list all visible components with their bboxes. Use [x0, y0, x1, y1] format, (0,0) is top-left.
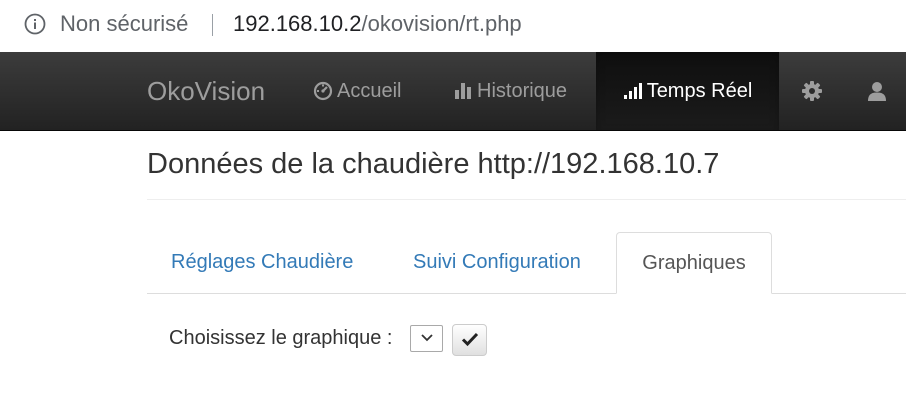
nav-item-temps-reel[interactable]: Temps Réel: [596, 52, 779, 130]
check-icon: [461, 331, 479, 350]
info-circle-icon[interactable]: [24, 13, 46, 35]
url-text[interactable]: 192.168.10.2/okovision/rt.php: [233, 11, 522, 37]
top-navbar: OkoVision Accueil Historique Temps Réel: [0, 52, 906, 131]
title-divider: [147, 199, 906, 200]
nav-item-historique[interactable]: Historique: [453, 52, 567, 130]
bar-chart-icon: [453, 81, 473, 101]
tab-suivi-configuration[interactable]: Suivi Configuration: [413, 232, 581, 293]
nav-item-label: Accueil: [337, 79, 402, 102]
validate-button[interactable]: [452, 324, 487, 356]
nav-item-label: Historique: [477, 79, 568, 102]
chevron-down-icon: [420, 330, 434, 348]
tabs-bottom-border: [147, 293, 906, 294]
brand-link[interactable]: OkoVision: [147, 76, 265, 107]
nav-item-accueil[interactable]: Accueil: [313, 52, 401, 130]
user-menu-button[interactable]: [866, 52, 892, 130]
page-title: Données de la chaudière http://192.168.1…: [147, 148, 720, 180]
settings-button[interactable]: [801, 52, 827, 130]
url-path: /okovision/rt.php: [361, 11, 522, 36]
tab-graphiques[interactable]: Graphiques: [616, 232, 772, 294]
chart-select[interactable]: [410, 325, 443, 352]
nav-item-label: Temps Réel: [646, 79, 753, 102]
address-separator: [212, 14, 213, 36]
gear-icon: [801, 80, 823, 102]
browser-address-bar[interactable]: Non sécurisé 192.168.10.2/okovision/rt.p…: [0, 0, 906, 52]
tab-reglages-chaudiere[interactable]: Réglages Chaudière: [171, 232, 353, 293]
security-label[interactable]: Non sécurisé: [60, 11, 188, 37]
dashboard-icon: [313, 81, 333, 101]
user-icon: [866, 80, 888, 102]
url-host: 192.168.10.2: [233, 11, 362, 36]
signal-icon: [623, 81, 643, 101]
choose-chart-label: Choisissez le graphique :: [169, 327, 393, 349]
